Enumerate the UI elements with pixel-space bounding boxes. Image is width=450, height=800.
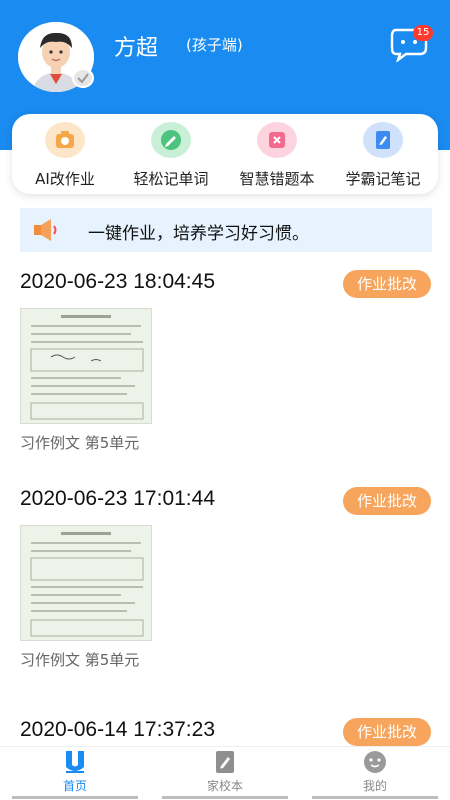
tab-label: 首页 [62, 779, 87, 793]
notebook-icon [363, 122, 403, 158]
record-time: 2020-06-14 17:37:23 [20, 718, 215, 741]
speaker-icon [32, 218, 62, 242]
user-role: (孩子端) [186, 36, 243, 54]
wrong-question-book-icon [257, 122, 297, 158]
message-count-badge: 15 [413, 25, 433, 41]
shortcut-panel: AI改作业 轻松记单词 智慧错题本 学霸记笔记 [12, 114, 438, 194]
shortcut-label: 学霸记笔记 [345, 170, 421, 188]
user-name: 方超 [114, 36, 159, 61]
grading-tag[interactable]: 作业批改 [343, 487, 431, 515]
homework-record[interactable]: 2020-06-14 17:37:23 作业批改 [0, 718, 450, 746]
notice-text: 一键作业，培养学习好习惯。 [88, 224, 309, 244]
grading-tag[interactable]: 作业批改 [343, 718, 431, 746]
tab-home[interactable]: 首页 [0, 749, 150, 799]
shortcut-notes[interactable]: 学霸记笔记 [330, 122, 436, 188]
verified-badge-icon [72, 68, 94, 88]
record-caption: 习作例文 第5单元 [20, 651, 140, 669]
tab-mine[interactable]: 我的 [300, 749, 450, 799]
pencil-icon [151, 122, 191, 158]
tab-indicator [162, 796, 288, 799]
home-icon [63, 749, 87, 775]
homework-thumbnail[interactable] [20, 525, 152, 641]
home-school-book-icon [213, 749, 237, 775]
notice-banner: 一键作业，培养学习好习惯。 [20, 208, 432, 252]
shortcut-label: AI改作业 [35, 170, 95, 188]
shortcut-wrong-questions[interactable]: 智慧错题本 [224, 122, 330, 188]
tab-indicator [312, 796, 438, 799]
shortcut-ai-grading[interactable]: AI改作业 [12, 122, 118, 188]
ai-grading-icon [45, 122, 85, 158]
shortcut-label: 智慧错题本 [239, 170, 315, 188]
profile-icon [363, 749, 387, 775]
record-caption: 习作例文 第5单元 [20, 434, 140, 452]
bottom-tab-bar: 首页 家校本 我的 [0, 746, 450, 800]
homework-thumbnail[interactable] [20, 308, 152, 424]
grading-tag[interactable]: 作业批改 [343, 270, 431, 298]
tab-label: 家校本 [206, 779, 243, 793]
tab-label: 我的 [362, 779, 387, 793]
record-time: 2020-06-23 18:04:45 [20, 270, 215, 293]
homework-record[interactable]: 2020-06-23 17:01:44 作业批改 习作例文 第5单元 [0, 487, 450, 707]
shortcut-label: 轻松记单词 [133, 170, 209, 188]
record-time: 2020-06-23 17:01:44 [20, 487, 215, 510]
shortcut-vocabulary[interactable]: 轻松记单词 [118, 122, 224, 188]
tab-indicator [12, 796, 138, 799]
tab-home-school[interactable]: 家校本 [150, 749, 300, 799]
homework-record[interactable]: 2020-06-23 18:04:45 作业批改 习作例文 第5单元 [0, 270, 450, 490]
